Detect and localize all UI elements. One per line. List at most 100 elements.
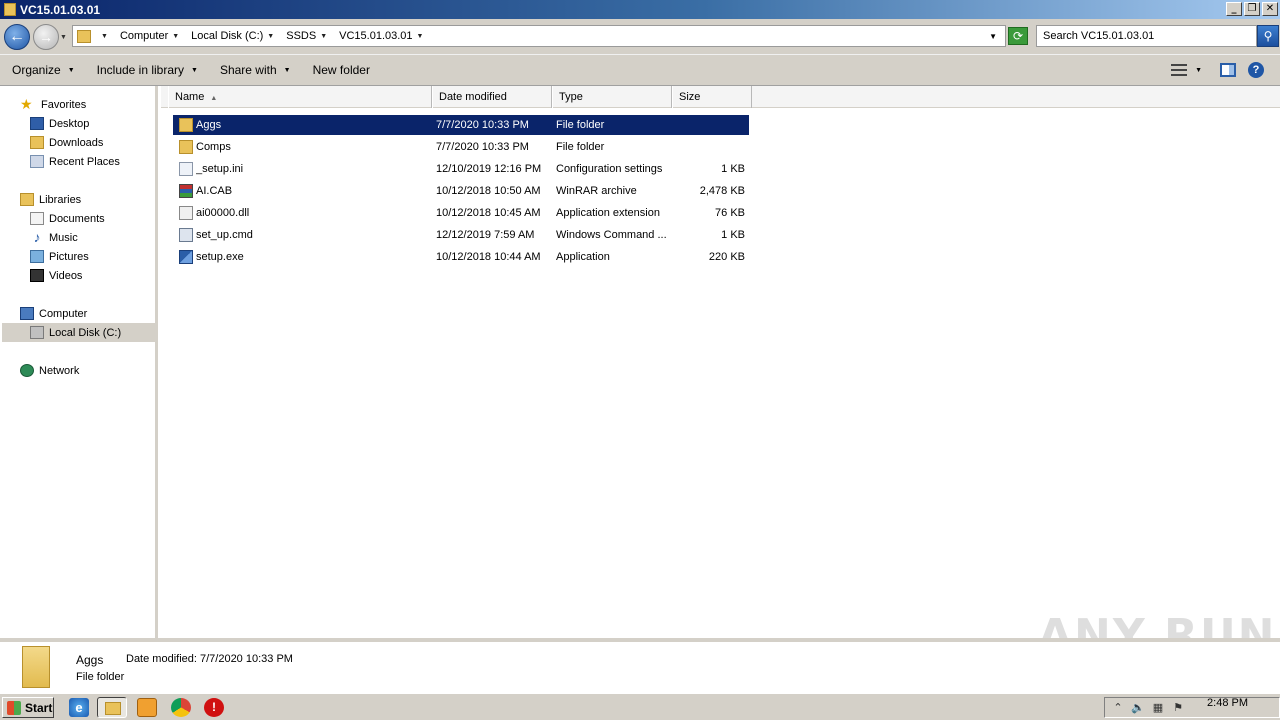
nav-computer[interactable]: Computer [20, 304, 87, 323]
network-status-icon[interactable]: ▦ [1151, 701, 1165, 715]
folder-icon [22, 646, 50, 688]
start-button[interactable]: Start [2, 697, 54, 718]
minimize-button[interactable]: _ [1226, 2, 1242, 16]
nav-recent-places[interactable]: Recent Places [30, 152, 120, 171]
libraries-icon [20, 193, 34, 206]
include-in-library-button[interactable]: Include in library ▼ [97, 63, 198, 77]
file-row[interactable]: Comps 7/7/2020 10:33 PM File folder [173, 137, 749, 157]
nav-network[interactable]: Network [20, 361, 79, 380]
breadcrumb-root[interactable]: ▼ [97, 33, 114, 40]
nav-downloads[interactable]: Downloads [30, 133, 103, 152]
pictures-icon [30, 250, 44, 263]
antivirus-icon[interactable]: ! [204, 698, 224, 717]
recent-pages-dropdown[interactable]: ▼ [60, 34, 67, 41]
action-center-flag-icon[interactable]: ⚑ [1171, 701, 1185, 715]
nav-pictures[interactable]: Pictures [30, 247, 89, 266]
details-pane: Aggs Date modified: 7/7/2020 10:33 PM Fi… [0, 638, 1280, 693]
clock[interactable]: 2:48 PM [1207, 697, 1248, 709]
music-icon: ♪ [33, 229, 41, 245]
chevron-down-icon[interactable]: ▼ [1195, 67, 1202, 74]
details-type: File folder [76, 671, 125, 683]
show-hidden-icons-icon[interactable]: ⌃ [1111, 701, 1125, 715]
navigation-pane: ★ Favorites Desktop Downloads Recent Plac… [0, 86, 158, 638]
chrome-icon[interactable] [171, 698, 191, 717]
address-history-dropdown[interactable]: ▼ [989, 32, 997, 41]
organize-button[interactable]: Organize ▼ [12, 63, 75, 77]
folder-icon [77, 29, 91, 43]
details-date-modified: Date modified: 7/7/2020 10:33 PM [126, 653, 293, 665]
title-bar: VC15.01.03.01 _ ❐ ✕ [0, 0, 1280, 19]
downloads-icon [30, 136, 44, 149]
documents-icon [30, 212, 44, 225]
command-bar: Organize ▼ Include in library ▼ Share with… [0, 54, 1280, 86]
breadcrumb-ssds[interactable]: SSDS ▼ [286, 30, 333, 42]
chevron-down-icon[interactable]: ▼ [101, 33, 108, 40]
videos-icon [30, 269, 44, 282]
window-title: VC15.01.03.01 [20, 2, 101, 17]
file-list: Name ▲ Date modified Type Size Aggs 7/7/2… [161, 86, 1280, 638]
system-tray: ⌃ 🔈 ▦ ⚑ [1104, 697, 1280, 718]
address-bar[interactable]: ▼ Computer ▼ Local Disk (C:) ▼ SSDS ▼ VC15.… [72, 25, 1006, 47]
nav-music[interactable]: ♪ Music [30, 228, 78, 247]
file-row[interactable]: ai00000.dll 10/12/2018 10:45 AM Applicat… [173, 203, 749, 223]
setup-exe-icon [179, 250, 193, 264]
taskbar: Start e ! ⌃ 🔈 ▦ ⚑ 2:48 PM [0, 693, 1280, 720]
chevron-down-icon[interactable]: ▼ [172, 33, 179, 40]
folder-icon [179, 118, 193, 132]
back-button[interactable]: ← [4, 24, 30, 50]
column-header-name[interactable]: Name ▲ [168, 86, 432, 108]
nav-videos[interactable]: Videos [30, 266, 82, 285]
help-icon[interactable]: ? [1248, 62, 1264, 78]
computer-icon [20, 307, 34, 320]
breadcrumb-current[interactable]: VC15.01.03.01 ▼ [339, 30, 429, 42]
folder-icon [179, 140, 193, 154]
media-player-icon[interactable] [137, 698, 157, 717]
window-controls: _ ❐ ✕ [1226, 2, 1278, 16]
search-input[interactable]: Search VC15.01.03.01 [1036, 25, 1257, 47]
file-row[interactable]: set_up.cmd 12/12/2019 7:59 AM Windows Co… [173, 225, 749, 245]
folder-icon [4, 3, 16, 16]
chevron-down-icon: ▼ [283, 66, 291, 74]
recent-places-icon [30, 155, 44, 168]
breadcrumb-local-disk[interactable]: Local Disk (C:) ▼ [191, 30, 280, 42]
column-header-type[interactable]: Type [552, 86, 672, 108]
preview-pane-icon[interactable] [1220, 63, 1236, 77]
search-icon[interactable]: ⚲ [1257, 25, 1279, 47]
file-row[interactable]: AI.CAB 10/12/2018 10:50 AM WinRAR archiv… [173, 181, 749, 201]
address-bar-area: ← → ▼ ▼ Computer ▼ Local Disk (C:) ▼ SSDS ▼… [0, 19, 1280, 54]
windows-logo-icon [7, 700, 21, 715]
nav-documents[interactable]: Documents [30, 209, 105, 228]
column-header-size[interactable]: Size [672, 86, 752, 108]
file-row[interactable]: _setup.ini 12/10/2019 12:16 PM Configura… [173, 159, 749, 179]
change-view-icon[interactable] [1171, 64, 1188, 76]
chevron-down-icon[interactable]: ▼ [417, 33, 424, 40]
chevron-down-icon: ▼ [67, 66, 75, 74]
forward-button[interactable]: → [33, 24, 59, 50]
file-row[interactable]: Aggs 7/7/2020 10:33 PM File folder [173, 115, 749, 135]
nav-local-disk[interactable]: Local Disk (C:) [2, 323, 156, 342]
internet-explorer-icon[interactable]: e [69, 698, 89, 717]
details-name: Aggs [76, 653, 104, 667]
view-controls: ▼ ? [1171, 55, 1280, 85]
chevron-down-icon[interactable]: ▼ [267, 33, 274, 40]
refresh-button[interactable]: ⟳ [1008, 27, 1028, 45]
winrar-archive-icon [179, 184, 193, 198]
local-disk-icon [30, 326, 44, 339]
close-button[interactable]: ✕ [1262, 2, 1278, 16]
column-headers: Name ▲ Date modified Type Size [161, 86, 1280, 108]
chevron-down-icon[interactable]: ▼ [320, 33, 327, 40]
column-header-date[interactable]: Date modified [432, 86, 552, 108]
cmd-file-icon [179, 228, 193, 242]
volume-icon[interactable]: 🔈 [1131, 701, 1145, 715]
nav-libraries[interactable]: Libraries [20, 190, 81, 209]
nav-desktop[interactable]: Desktop [30, 114, 89, 133]
breadcrumb-computer[interactable]: Computer ▼ [120, 30, 185, 42]
network-icon [20, 364, 34, 377]
dll-file-icon [179, 206, 193, 220]
nav-favorites[interactable]: ★ Favorites [20, 95, 86, 114]
share-with-button[interactable]: Share with ▼ [220, 63, 291, 77]
windows-explorer-icon[interactable] [97, 697, 127, 718]
new-folder-button[interactable]: New folder [313, 63, 370, 77]
file-row[interactable]: setup.exe 10/12/2018 10:44 AM Applicatio… [173, 247, 749, 267]
maximize-button[interactable]: ❐ [1244, 2, 1260, 16]
